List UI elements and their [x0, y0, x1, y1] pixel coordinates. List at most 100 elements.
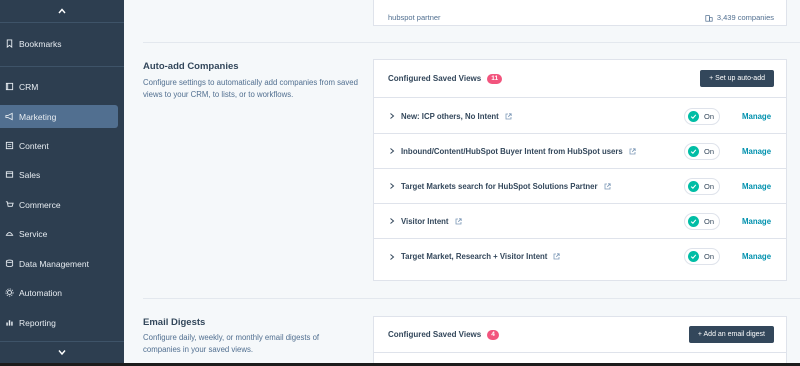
section-divider: [143, 298, 800, 299]
status-toggle[interactable]: On: [684, 107, 720, 125]
saved-view-label[interactable]: Visitor Intent: [401, 217, 462, 226]
manage-link[interactable]: Manage: [742, 112, 771, 121]
chevron-right-icon[interactable]: [388, 183, 395, 190]
status-text: On: [704, 111, 715, 121]
card-title: Configured Saved Views: [388, 74, 482, 83]
saved-view-label[interactable]: New: ICP others, No Intent: [401, 112, 512, 121]
sidebar-scroll-down[interactable]: [0, 343, 124, 361]
manage-link[interactable]: Manage: [742, 217, 771, 226]
saved-view-label[interactable]: Inbound/Content/HubSpot Buyer Intent fro…: [401, 147, 636, 156]
sidebar-item-label: Service: [19, 228, 48, 239]
saved-view-row[interactable]: New: ICP others, No Intent On Manage: [374, 99, 786, 134]
sidebar-item-sales[interactable]: Sales: [0, 163, 118, 186]
external-link-icon[interactable]: [455, 217, 462, 225]
saved-view-label-text: New: ICP others, No Intent: [401, 111, 499, 121]
check-icon: [688, 251, 699, 262]
sidebar-divider: [0, 22, 124, 23]
saved-view-label[interactable]: Target Markets search for HubSpot Soluti…: [401, 182, 611, 191]
check-icon: [688, 110, 699, 122]
automation-icon: [4, 288, 14, 298]
company-count: 3,439 companies: [705, 13, 774, 22]
sidebar-item-label: Automation: [19, 287, 62, 298]
sidebar-scroll-up[interactable]: [0, 2, 124, 20]
saved-view-row[interactable]: Visitor Intent On Manage: [374, 204, 786, 239]
check-icon: [688, 215, 699, 227]
count-badge: 11: [487, 73, 503, 84]
bookmark-icon: [4, 39, 14, 49]
commerce-icon: [4, 200, 14, 210]
saved-view-label-text: Target Market, Research + Visitor Intent: [401, 252, 548, 261]
company-count-text: 3,439 companies: [716, 13, 774, 22]
status-toggle[interactable]: On: [684, 177, 720, 195]
set-up-auto-add-button[interactable]: + Set up auto-add: [700, 70, 774, 87]
card-header: Configured Saved Views 4 + Add an email …: [374, 317, 786, 353]
card-header: Configured Saved Views 11 + Set up auto-…: [374, 60, 786, 98]
service-icon: [4, 229, 14, 239]
sidebar-item-bookmarks[interactable]: Bookmarks: [0, 32, 118, 55]
email-digests-card: Configured Saved Views 4 + Add an email …: [373, 316, 787, 363]
reporting-icon: [4, 318, 14, 328]
sidebar-item-reporting[interactable]: Reporting: [0, 311, 118, 334]
chevron-right-icon[interactable]: [388, 253, 395, 260]
saved-view-label[interactable]: Target Market, Research + Visitor Intent: [401, 252, 560, 261]
saved-view-summary-card: hubspot partner 3,439 companies: [373, 0, 787, 26]
status-text: On: [704, 216, 715, 226]
megaphone-icon: [4, 112, 14, 122]
saved-view-label-text: Inbound/Content/HubSpot Buyer Intent fro…: [401, 146, 623, 156]
email-digests-description: Configure daily, weekly, or monthly emai…: [143, 333, 320, 355]
status-toggle[interactable]: On: [684, 212, 720, 230]
chevron-up-icon: [58, 8, 66, 14]
status-text: On: [704, 252, 715, 261]
sidebar-item-label: CRM: [19, 81, 39, 92]
check-icon: [688, 180, 699, 192]
saved-view-label-text: Target Markets search for HubSpot Soluti…: [401, 181, 598, 191]
database-icon: [4, 259, 14, 269]
saved-view-row[interactable]: Target Market, Research + Visitor Intent…: [374, 239, 786, 274]
sidebar-item-label: Commerce: [19, 199, 61, 210]
manage-link[interactable]: Manage: [742, 252, 771, 261]
external-link-icon[interactable]: [604, 182, 611, 190]
sidebar-item-label: Bookmarks: [19, 38, 62, 49]
auto-add-description: Configure settings to automatically add …: [143, 78, 358, 100]
chevron-down-icon: [58, 350, 66, 356]
sidebar-item-marketing[interactable]: Marketing: [0, 105, 118, 128]
auto-add-title: Auto-add Companies: [143, 61, 239, 72]
sidebar-item-crm[interactable]: CRM: [0, 75, 118, 98]
sidebar: Bookmarks CRM Marketing Content Sales Co…: [0, 0, 124, 366]
manage-link[interactable]: Manage: [742, 182, 771, 191]
content-icon: [4, 141, 14, 151]
count-badge: 4: [487, 329, 499, 340]
sidebar-divider: [0, 66, 124, 67]
sidebar-item-content[interactable]: Content: [0, 134, 118, 157]
external-link-icon[interactable]: [629, 147, 636, 155]
building-icon: [705, 14, 713, 22]
check-icon: [688, 145, 699, 157]
saved-view-row[interactable]: Inbound/Content/HubSpot Buyer Intent fro…: [374, 134, 786, 169]
sales-icon: [4, 170, 14, 180]
sidebar-item-commerce[interactable]: Commerce: [0, 193, 118, 216]
chevron-right-icon[interactable]: [388, 218, 395, 225]
auto-add-card: Configured Saved Views 11 + Set up auto-…: [373, 59, 787, 281]
saved-view-row[interactable]: Target Markets search for HubSpot Soluti…: [374, 169, 786, 204]
saved-view-label-text: Visitor Intent: [401, 216, 449, 226]
sidebar-item-label: Sales: [19, 169, 41, 180]
sidebar-item-data-management[interactable]: Data Management: [0, 252, 118, 275]
sidebar-item-label: Content: [19, 140, 49, 151]
manage-link[interactable]: Manage: [742, 147, 771, 156]
section-divider: [143, 42, 800, 43]
sidebar-item-automation[interactable]: Automation: [0, 281, 118, 304]
sidebar-item-service[interactable]: Service: [0, 222, 118, 245]
chevron-right-icon[interactable]: [388, 113, 395, 120]
sidebar-divider: [0, 341, 124, 342]
external-link-icon[interactable]: [505, 112, 512, 120]
status-text: On: [704, 146, 715, 156]
sidebar-item-label: Data Management: [19, 258, 89, 269]
status-toggle[interactable]: On: [684, 248, 720, 265]
add-email-digest-button[interactable]: + Add an email digest: [688, 326, 774, 343]
external-link-icon[interactable]: [553, 253, 560, 260]
email-digests-title: Email Digests: [143, 317, 206, 328]
chevron-right-icon[interactable]: [388, 148, 395, 155]
status-toggle[interactable]: On: [684, 142, 720, 160]
saved-view-name: hubspot partner: [388, 13, 441, 22]
sidebar-item-label: Reporting: [19, 317, 56, 328]
